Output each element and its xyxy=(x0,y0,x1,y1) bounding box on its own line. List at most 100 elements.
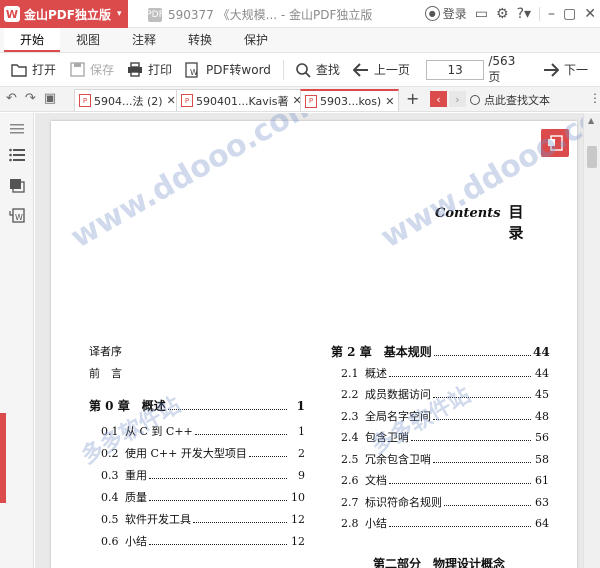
toc-section[interactable]: 0.4 质量 10 xyxy=(101,489,305,505)
help-icon[interactable]: ?▾ xyxy=(517,6,531,22)
close-icon[interactable]: ✕ xyxy=(584,6,596,22)
toc-title: 使用 C++ 开发大型项目 xyxy=(125,447,247,460)
document-viewport: Contents 目 录 译者序前 言第 0 章 概述 1 0.1 从 C 到 C++… xyxy=(35,113,583,568)
convert-icon[interactable]: W xyxy=(8,207,26,223)
toc-section[interactable]: 2.8 小结 64 xyxy=(341,515,549,531)
toc-front-matter[interactable]: 前 言 xyxy=(89,365,305,381)
toc-section[interactable]: 0.2 使用 C++ 开发大型项目 2 xyxy=(101,445,305,461)
save-button[interactable]: 保存 xyxy=(68,61,114,79)
svg-text:W: W xyxy=(190,68,198,77)
toc-section[interactable]: 2.4 包含卫哨 56 xyxy=(341,429,549,445)
sidebar-collapse-handle[interactable] xyxy=(0,413,6,503)
outline-icon[interactable] xyxy=(8,147,26,163)
tab-start[interactable]: 开始 xyxy=(4,28,60,52)
close-icon[interactable]: ✕ xyxy=(385,95,394,108)
chevron-right-icon[interactable]: › xyxy=(449,91,466,107)
scroll-up-icon[interactable]: ▲ xyxy=(588,116,594,125)
gear-icon[interactable]: ⚙ xyxy=(496,6,509,22)
toc-title: 小结 xyxy=(365,517,387,530)
pdf-to-word-button[interactable]: W PDF转word xyxy=(184,61,271,79)
window-title: PDF 590377 《大规模... - 金山PDF独立版 xyxy=(146,6,372,23)
toc-leader-dots xyxy=(194,427,287,435)
prev-page-button[interactable]: 上一页 xyxy=(352,61,410,79)
toc-chapter[interactable]: 第 2 章 基本规则 44 xyxy=(331,343,550,360)
title-bar: W 金山PDF独立版 ▾ PDF 590377 《大规模... - 金山PDF独… xyxy=(0,0,600,28)
menu-lines-icon[interactable] xyxy=(8,121,26,137)
message-icon[interactable]: ▭ xyxy=(475,6,488,22)
print-button[interactable]: 打印 xyxy=(126,61,172,79)
toc-title: 前 言 xyxy=(89,367,122,380)
toc-section[interactable]: 2.3 全局名字空间 48 xyxy=(341,408,549,424)
login-button[interactable]: ● 登录 xyxy=(424,5,467,22)
tab-convert[interactable]: 转换 xyxy=(172,28,228,52)
tab-annotate[interactable]: 注释 xyxy=(116,28,172,52)
toc-page-number: 10 xyxy=(291,491,305,504)
toc-leader-dots xyxy=(193,515,287,523)
redo-icon[interactable]: ↷ xyxy=(25,91,36,106)
toc-leader-dots xyxy=(389,369,531,377)
toc-section[interactable]: 2.6 文档 61 xyxy=(341,472,549,488)
document-tab[interactable]: P 5904...法 (2) ✕ xyxy=(74,89,181,111)
toc-section[interactable]: 0.6 小结 12 xyxy=(101,533,305,549)
toc-leader-dots xyxy=(389,519,531,527)
app-menu-button[interactable]: W 金山PDF独立版 ▾ xyxy=(0,0,128,28)
tab-protect[interactable]: 保护 xyxy=(228,28,284,52)
toc-page-number: 2 xyxy=(298,447,305,460)
toc-leader-dots xyxy=(167,402,287,410)
toc-section[interactable]: 0.3 重用 9 xyxy=(101,467,305,483)
close-icon[interactable]: ✕ xyxy=(167,94,176,107)
pdf-convert-button[interactable] xyxy=(541,129,569,157)
part-title: 第二部分 物理设计概念 xyxy=(373,555,505,568)
maximize-icon[interactable]: ▢ xyxy=(563,6,576,22)
toc-number: 2.6 xyxy=(341,474,359,487)
toc-page-number: 44 xyxy=(533,345,550,359)
open-button[interactable]: 打开 xyxy=(10,61,56,79)
pdf-file-icon: PDF xyxy=(146,7,164,22)
undo-icon[interactable]: ↶ xyxy=(6,91,17,106)
toc-section[interactable]: 2.7 标识符命名规则 63 xyxy=(341,494,549,510)
vertical-scrollbar[interactable]: ▲ xyxy=(583,113,600,568)
help-label: ? xyxy=(516,5,524,22)
find-button[interactable]: 查找 xyxy=(294,61,340,79)
toc-leader-dots xyxy=(433,412,531,420)
find-text-button[interactable]: 点此查找文本 xyxy=(470,92,550,108)
next-page-label: 下一 xyxy=(563,63,588,77)
toc-chapter[interactable]: 第 0 章 概述 1 xyxy=(89,397,305,414)
page-number-input[interactable]: 13 xyxy=(425,59,485,80)
page-total: /563 页 xyxy=(488,54,516,84)
tab-view[interactable]: 视图 xyxy=(60,28,116,52)
next-page-button[interactable]: 下一 xyxy=(542,61,588,79)
toc-page-number: 44 xyxy=(535,366,549,380)
thumbnails-icon[interactable] xyxy=(8,177,26,193)
toc-page-number: 9 xyxy=(298,469,305,482)
add-tab-icon[interactable]: + xyxy=(406,89,419,108)
toc-title: 第 0 章 概述 xyxy=(89,399,166,413)
app-name: 金山PDF独立版 xyxy=(24,7,111,22)
toc-title: 从 C 到 C++ xyxy=(125,425,193,438)
pdf-to-word-label: PDF转word xyxy=(206,63,271,77)
pdf-to-word-icon: W xyxy=(184,61,202,79)
save-icon[interactable]: ▣ xyxy=(44,91,56,106)
toc-front-matter[interactable]: 译者序 xyxy=(89,343,305,359)
toc-section[interactable]: 0.1 从 C 到 C++ 1 xyxy=(101,423,305,439)
document-tab-active[interactable]: P 5903...kos) ✕ xyxy=(300,89,400,111)
toc-section[interactable]: 2.5 冗余包含卫哨 58 xyxy=(341,451,549,467)
toc-section[interactable]: 2.1 概述 44 xyxy=(341,365,549,381)
divider xyxy=(539,6,541,21)
contents-title: 目 录 xyxy=(508,203,548,242)
minimize-icon[interactable]: – xyxy=(548,6,555,22)
scrollbar-thumb[interactable] xyxy=(587,146,597,168)
more-icon[interactable]: ⋮ xyxy=(589,91,600,105)
document-tab[interactable]: P 590401...Kavis著 ✕ xyxy=(176,89,307,111)
toc-page-number: 61 xyxy=(535,474,549,487)
toc-section[interactable]: 0.5 软件开发工具 12 xyxy=(101,511,305,527)
toc-number: 0.5 xyxy=(101,513,119,526)
login-label: 登录 xyxy=(442,7,467,21)
toc-section[interactable]: 2.2 成员数据访问 45 xyxy=(341,386,549,402)
divider xyxy=(282,59,284,80)
search-icon xyxy=(294,61,312,79)
chevron-left-icon[interactable]: ‹ xyxy=(430,91,447,107)
toc-leader-dots xyxy=(248,449,287,457)
pdf-page: Contents 目 录 译者序前 言第 0 章 概述 1 0.1 从 C 到 C++… xyxy=(51,121,577,568)
toc-number: 2.2 xyxy=(341,388,359,401)
